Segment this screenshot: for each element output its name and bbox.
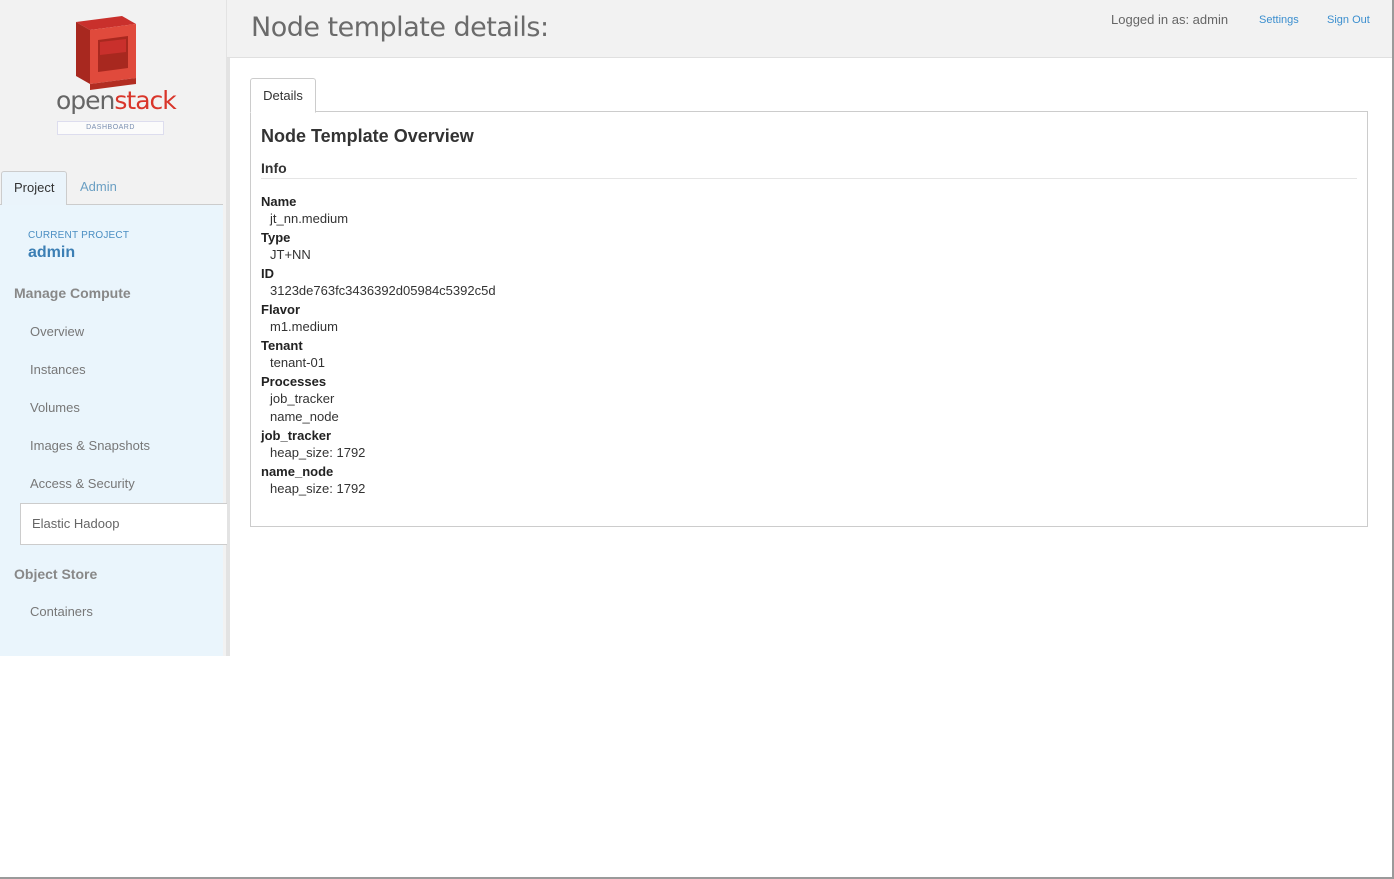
sidebar-item-elastic-hadoop[interactable]: Elastic Hadoop xyxy=(20,503,227,545)
settings-link[interactable]: Settings xyxy=(1259,14,1299,26)
field-value-tenant: tenant-01 xyxy=(270,355,325,370)
field-value-process: name_node xyxy=(270,409,339,424)
field-value-id: 3123de763fc3436392d05984c5392c5d xyxy=(270,283,496,298)
field-label-id: ID xyxy=(261,266,274,281)
field-label-name-node: name_node xyxy=(261,464,334,479)
sidebar-item-volumes[interactable]: Volumes xyxy=(30,400,80,415)
sidebar: openstack DASHBOARD Project Admin CURREN… xyxy=(0,0,230,656)
field-value-name: jt_nn.medium xyxy=(270,211,349,226)
sidebar-edge xyxy=(226,0,230,656)
section-heading-manage-compute: Manage Compute xyxy=(14,285,131,301)
current-project-name[interactable]: admin xyxy=(28,244,75,262)
sign-out-link[interactable]: Sign Out xyxy=(1327,14,1370,26)
field-label-tenant: Tenant xyxy=(261,338,303,353)
field-label-job-tracker: job_tracker xyxy=(261,428,332,443)
sidebar-tabs: Project Admin xyxy=(0,171,223,206)
sidebar-item-containers[interactable]: Containers xyxy=(30,604,93,619)
field-label-processes: Processes xyxy=(261,374,327,389)
tab-admin[interactable]: Admin xyxy=(68,171,129,205)
tab-details[interactable]: Details xyxy=(250,78,316,113)
brand-wordmark: openstack xyxy=(56,86,177,115)
tab-project[interactable]: Project xyxy=(1,171,68,206)
field-value-type: JT+NN xyxy=(270,247,311,262)
field-label-name: Name xyxy=(261,194,297,209)
sidebar-item-images-snapshots[interactable]: Images & Snapshots xyxy=(30,438,150,453)
divider xyxy=(261,178,1357,179)
sidebar-item-access-security[interactable]: Access & Security xyxy=(30,476,135,491)
current-project-label: CURRENT PROJECT xyxy=(28,230,130,241)
dashboard-label: DASHBOARD xyxy=(57,121,164,135)
field-value-job-tracker: heap_size: 1792 xyxy=(270,445,366,460)
overview-title: Node Template Overview xyxy=(261,126,474,146)
section-heading-object-store: Object Store xyxy=(14,566,98,582)
openstack-logo-icon[interactable] xyxy=(54,14,170,138)
logged-in-status: Logged in as: admin xyxy=(1111,12,1229,27)
details-panel: Node Template Overview Info Name jt_nn.m… xyxy=(250,111,1368,527)
page-title: Node template details: xyxy=(251,12,549,43)
field-label-type: Type xyxy=(261,230,291,245)
field-value-process: job_tracker xyxy=(270,391,335,406)
sidebar-panel: CURRENT PROJECT admin Manage Compute Ove… xyxy=(0,205,227,656)
field-label-flavor: Flavor xyxy=(261,302,301,317)
field-value-name-node: heap_size: 1792 xyxy=(270,481,366,496)
sidebar-item-instances[interactable]: Instances xyxy=(30,362,86,377)
page-header: Node template details: Logged in as: adm… xyxy=(227,0,1394,58)
sidebar-item-overview[interactable]: Overview xyxy=(30,324,84,339)
field-value-flavor: m1.medium xyxy=(270,319,338,334)
info-heading: Info xyxy=(261,160,287,176)
